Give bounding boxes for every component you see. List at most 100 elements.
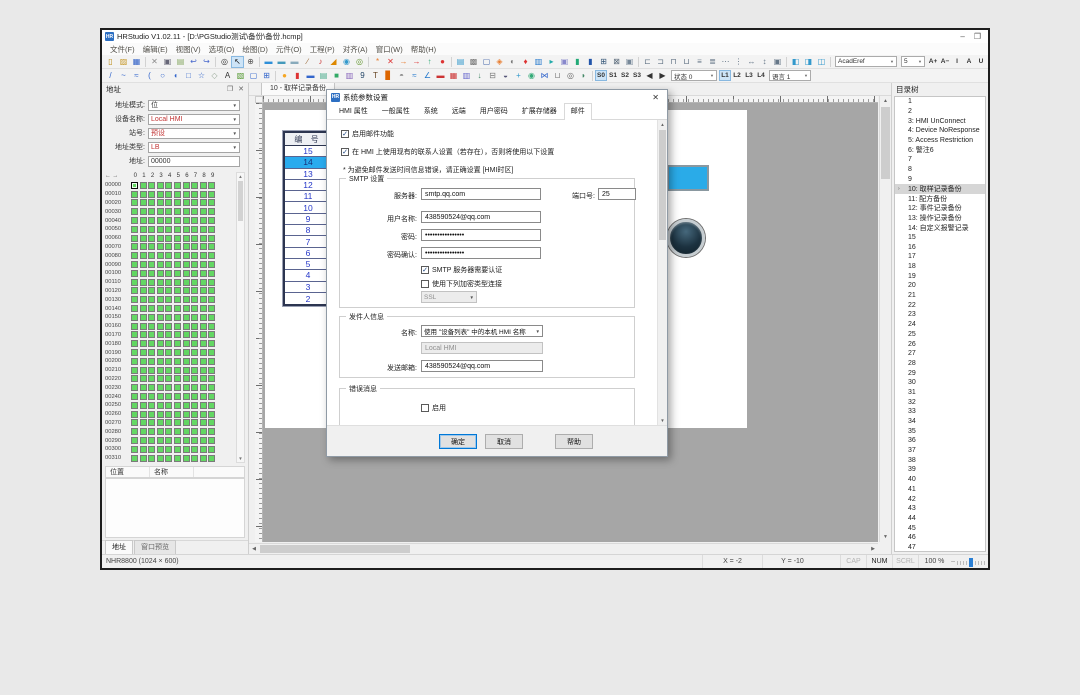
bit-cell[interactable]: [208, 455, 215, 462]
smtp-auth-checkbox[interactable]: ✓ SMTP 服务器需要认证: [421, 265, 502, 275]
bit-cell[interactable]: [200, 199, 207, 206]
bit-cell[interactable]: [208, 340, 215, 347]
state-combo[interactable]: 状态 0▼: [671, 70, 717, 81]
tree-item-30[interactable]: 30: [895, 378, 985, 388]
bit-cell[interactable]: [131, 393, 138, 400]
prev-state-icon[interactable]: ◀: [643, 70, 656, 82]
settings-gear-icon[interactable]: *: [371, 56, 384, 68]
cancel-button[interactable]: 取消: [485, 434, 523, 449]
bit-cell[interactable]: [140, 208, 147, 215]
bit-cell[interactable]: [174, 314, 181, 321]
tree-item-16[interactable]: 16: [895, 242, 985, 252]
bit-cell[interactable]: [148, 243, 155, 250]
bit-cell[interactable]: [191, 261, 198, 268]
bit-cell[interactable]: [191, 411, 198, 418]
align-top-icon[interactable]: ⊓: [667, 56, 680, 68]
bit-cell[interactable]: [208, 384, 215, 391]
tree-item-35[interactable]: 35: [895, 426, 985, 436]
bit-cell[interactable]: [148, 349, 155, 356]
bit-cell[interactable]: [157, 208, 164, 215]
star-icon[interactable]: ☆: [195, 70, 208, 82]
bit-cell[interactable]: [183, 217, 190, 224]
menu-item-7[interactable]: 对齐(A): [339, 44, 372, 55]
canvas-rect-element[interactable]: [667, 165, 709, 191]
new-file-icon[interactable]: ▯: [104, 56, 117, 68]
bit-cell[interactable]: [183, 349, 190, 356]
bit-cell[interactable]: [157, 279, 164, 286]
bit-cell[interactable]: [165, 446, 172, 453]
ellipse-icon[interactable]: ○: [156, 70, 169, 82]
bit-cell[interactable]: [200, 384, 207, 391]
table-row[interactable]: 7: [285, 236, 331, 247]
alarm-bell-icon[interactable]: ♦: [519, 56, 532, 68]
bit-cell[interactable]: [174, 252, 181, 259]
polygon-icon[interactable]: ◇: [208, 70, 221, 82]
menu-item-1[interactable]: 编辑(E): [139, 44, 172, 55]
bit-cell[interactable]: [191, 419, 198, 426]
dialog-tab-1[interactable]: 一般属性: [375, 103, 417, 119]
bit-cell[interactable]: [183, 455, 190, 462]
line-icon[interactable]: /: [104, 70, 117, 82]
bit-cell[interactable]: [174, 279, 181, 286]
bit-cell[interactable]: [208, 217, 215, 224]
book-green-icon[interactable]: ▮: [571, 56, 584, 68]
password-confirm-input[interactable]: [421, 247, 541, 259]
bit-cell[interactable]: [148, 199, 155, 206]
bit-cell[interactable]: [140, 340, 147, 347]
bit-cell[interactable]: [157, 349, 164, 356]
bit-cell[interactable]: [131, 252, 138, 259]
scheduler-icon[interactable]: ◒: [499, 70, 512, 82]
bit-cell[interactable]: [183, 393, 190, 400]
bit-cell[interactable]: [208, 314, 215, 321]
globe-icon[interactable]: ◉: [340, 56, 353, 68]
bit-cell[interactable]: [200, 437, 207, 444]
align-center-v-icon[interactable]: ≣: [706, 56, 719, 68]
bit-cell[interactable]: [157, 455, 164, 462]
bit-cell[interactable]: [208, 243, 215, 250]
tree-item-26[interactable]: 26: [895, 339, 985, 349]
bit-cell[interactable]: [148, 375, 155, 382]
bit-cell[interactable]: [131, 340, 138, 347]
restore-button[interactable]: ❐: [974, 32, 981, 41]
bit-cell[interactable]: [165, 428, 172, 435]
bit-cell[interactable]: [174, 402, 181, 409]
combo-element-icon[interactable]: ▥: [343, 70, 356, 82]
bit-cell[interactable]: [131, 305, 138, 312]
ok-button[interactable]: 确定: [439, 434, 477, 449]
tree-item-13[interactable]: 13: 操作记录备份: [895, 213, 985, 223]
bit-cell[interactable]: [157, 199, 164, 206]
tree-item-2[interactable]: 2: [895, 107, 985, 117]
bit-cell[interactable]: [191, 437, 198, 444]
pie-icon[interactable]: ◖: [169, 70, 182, 82]
tree-item-39[interactable]: 39: [895, 465, 985, 475]
scroll-up-icon[interactable]: ▲: [237, 174, 244, 179]
screen-copy-icon[interactable]: ▬: [275, 56, 288, 68]
zoom-tool-icon[interactable]: ⊕: [244, 56, 257, 68]
bit-cell[interactable]: [183, 367, 190, 374]
screen-new-icon[interactable]: ▬: [262, 56, 275, 68]
bit-cell[interactable]: [148, 252, 155, 259]
bit-cell[interactable]: [140, 331, 147, 338]
tree-item-42[interactable]: 42: [895, 494, 985, 504]
trend-chart-icon[interactable]: ≈: [408, 70, 421, 82]
window-split-h-icon[interactable]: ◫: [815, 56, 828, 68]
bit-cell[interactable]: [165, 455, 172, 462]
bit-cell[interactable]: [131, 349, 138, 356]
bit-cell[interactable]: [148, 358, 155, 365]
field-combo[interactable]: 预设▼: [148, 128, 240, 139]
bit-cell[interactable]: [208, 182, 215, 189]
bit-cell[interactable]: [208, 375, 215, 382]
bit-cell[interactable]: [148, 305, 155, 312]
redo-icon[interactable]: ↪: [200, 56, 213, 68]
tree-item-22[interactable]: 22: [895, 300, 985, 310]
send-mail-input[interactable]: [421, 360, 543, 372]
bit-cell[interactable]: [174, 199, 181, 206]
pump-icon[interactable]: ◗: [577, 70, 590, 82]
bit-cell[interactable]: [191, 252, 198, 259]
bit-cell[interactable]: [183, 340, 190, 347]
bit-cell[interactable]: [174, 323, 181, 330]
bit-cell[interactable]: [140, 217, 147, 224]
bit-cell[interactable]: [191, 191, 198, 198]
bit-cell[interactable]: [174, 411, 181, 418]
bit-cell[interactable]: [148, 340, 155, 347]
